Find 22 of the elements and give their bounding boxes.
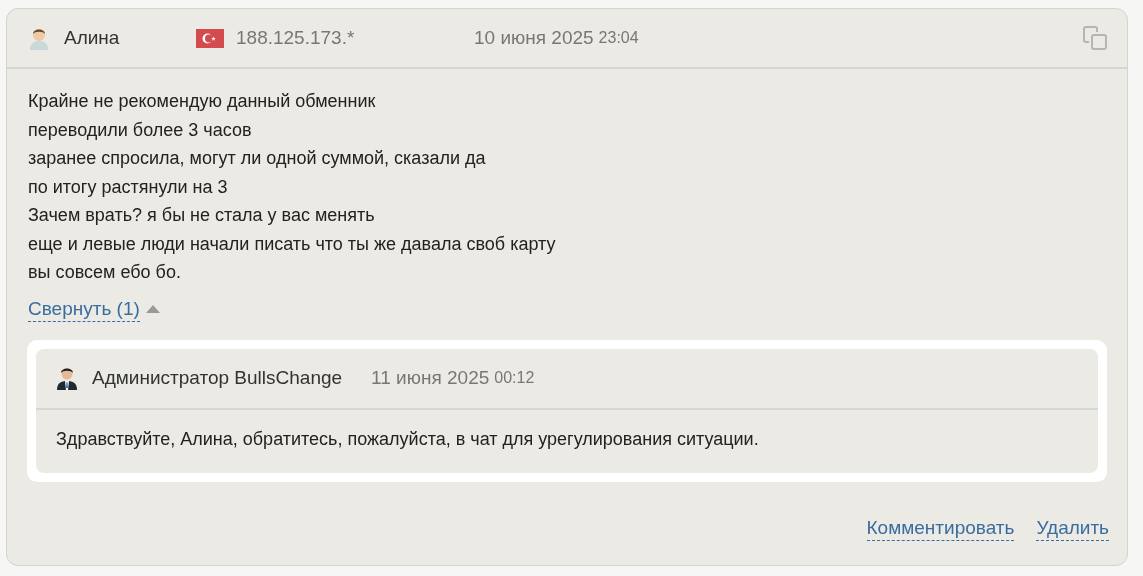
copy-icon[interactable] [1081, 24, 1109, 52]
action-link[interactable]: Удалить [1036, 516, 1109, 541]
review-text-line: Зачем врать? я бы не стала у вас менять [28, 204, 375, 227]
reply-date: 11 июня 2025 [371, 365, 490, 390]
reply-time: 00:12 [494, 368, 535, 388]
action-link[interactable]: Комментировать [866, 516, 1015, 541]
review-text-line: переводили более 3 часов [28, 118, 252, 142]
author-name: Алина [64, 25, 121, 50]
review-text-line: по итогу растянули на 3 [28, 175, 228, 199]
ip-address: 188.125.173.* [236, 25, 356, 50]
reply-text: Здравствуйте, Алина, обратитесь, пожалуйста, в чат для урегулирования ситуации. [55, 427, 760, 451]
review-text-line: Крайне не рекомендую данный обменник [28, 90, 376, 113]
review-text-line: заранее спросила, могут ли одной суммой, сказали да [28, 147, 486, 170]
admin-avatar-icon [56, 366, 78, 390]
toggle-replies-link[interactable]: Свернуть (1) [28, 296, 140, 322]
review-text-line: еще и левые люди начали писать что ты же давала своб карту [28, 232, 556, 256]
reply-author: Администратор BullsChange [92, 365, 343, 390]
flag-icon [196, 28, 224, 48]
review-time: 23:04 [598, 28, 639, 48]
user-avatar-icon [28, 26, 50, 50]
review-date: 10 июня 2025 [474, 25, 594, 50]
review-text-line: вы совсем ебо бо. [28, 261, 181, 284]
